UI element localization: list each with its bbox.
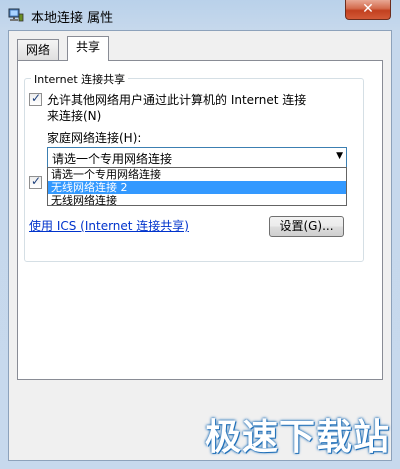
dropdown-option[interactable]: 请选一个专用网络连接 xyxy=(48,168,346,181)
allow-sharing-checkbox[interactable]: ✓ xyxy=(29,91,42,106)
home-network-label: 家庭网络连接(H): xyxy=(47,131,142,145)
window-title: 本地连接 属性 xyxy=(31,11,114,26)
internet-sharing-group: Internet 连接共享 ✓ 允许其他网络用户通过此计算机的 Internet… xyxy=(24,71,364,262)
sharing-tab-panel: Internet 连接共享 ✓ 允许其他网络用户通过此计算机的 Internet… xyxy=(17,60,383,380)
title-bar[interactable]: 本地连接 属性 ✕ xyxy=(0,0,400,30)
dropdown-option[interactable]: 无线网络连接 xyxy=(48,194,346,207)
ics-help-link[interactable]: 使用 ICS (Internet 连接共享) xyxy=(29,217,189,234)
dialog-client-area: 网络 共享 Internet 连接共享 ✓ 允许其他网络用户通过此计算机的 In… xyxy=(8,30,392,461)
home-network-selected-value: 请选一个专用网络连接 xyxy=(52,152,173,166)
checkmark-icon: ✓ xyxy=(31,91,42,105)
allow-control-checkbox[interactable]: ✓ xyxy=(29,174,42,189)
close-button[interactable]: ✕ xyxy=(345,0,391,20)
tab-sharing[interactable]: 共享 xyxy=(67,36,110,61)
tab-network[interactable]: 网络 xyxy=(17,39,60,60)
close-icon: ✕ xyxy=(362,1,374,17)
settings-button[interactable]: 设置(G)... xyxy=(269,216,344,237)
checkmark-icon: ✓ xyxy=(31,174,42,188)
group-title: Internet 连接共享 xyxy=(31,71,129,87)
allow-sharing-label-line1: 允许其他网络用户通过此计算机的 Internet 连接 xyxy=(47,93,307,107)
tab-network-label: 网络 xyxy=(26,43,51,57)
dropdown-option-highlighted[interactable]: 无线网络连接 2 xyxy=(48,181,346,194)
window-frame: 本地连接 属性 ✕ 网络 共享 Internet 连接共享 ✓ 允许其他网络用户… xyxy=(0,0,400,469)
site-watermark: 极速下载站 xyxy=(205,417,391,458)
allow-sharing-label-line2: 来连接(N) xyxy=(47,109,102,123)
network-adapter-icon xyxy=(8,8,24,22)
tab-sharing-label: 共享 xyxy=(76,40,101,54)
settings-button-label: 设置(G)... xyxy=(279,219,334,233)
home-network-select[interactable]: 请选一个专用网络连接 ▼ xyxy=(47,147,347,168)
chevron-down-icon[interactable]: ▼ xyxy=(336,151,343,161)
home-network-dropdown-list: 请选一个专用网络连接 无线网络连接 2 无线网络连接 xyxy=(47,167,347,207)
